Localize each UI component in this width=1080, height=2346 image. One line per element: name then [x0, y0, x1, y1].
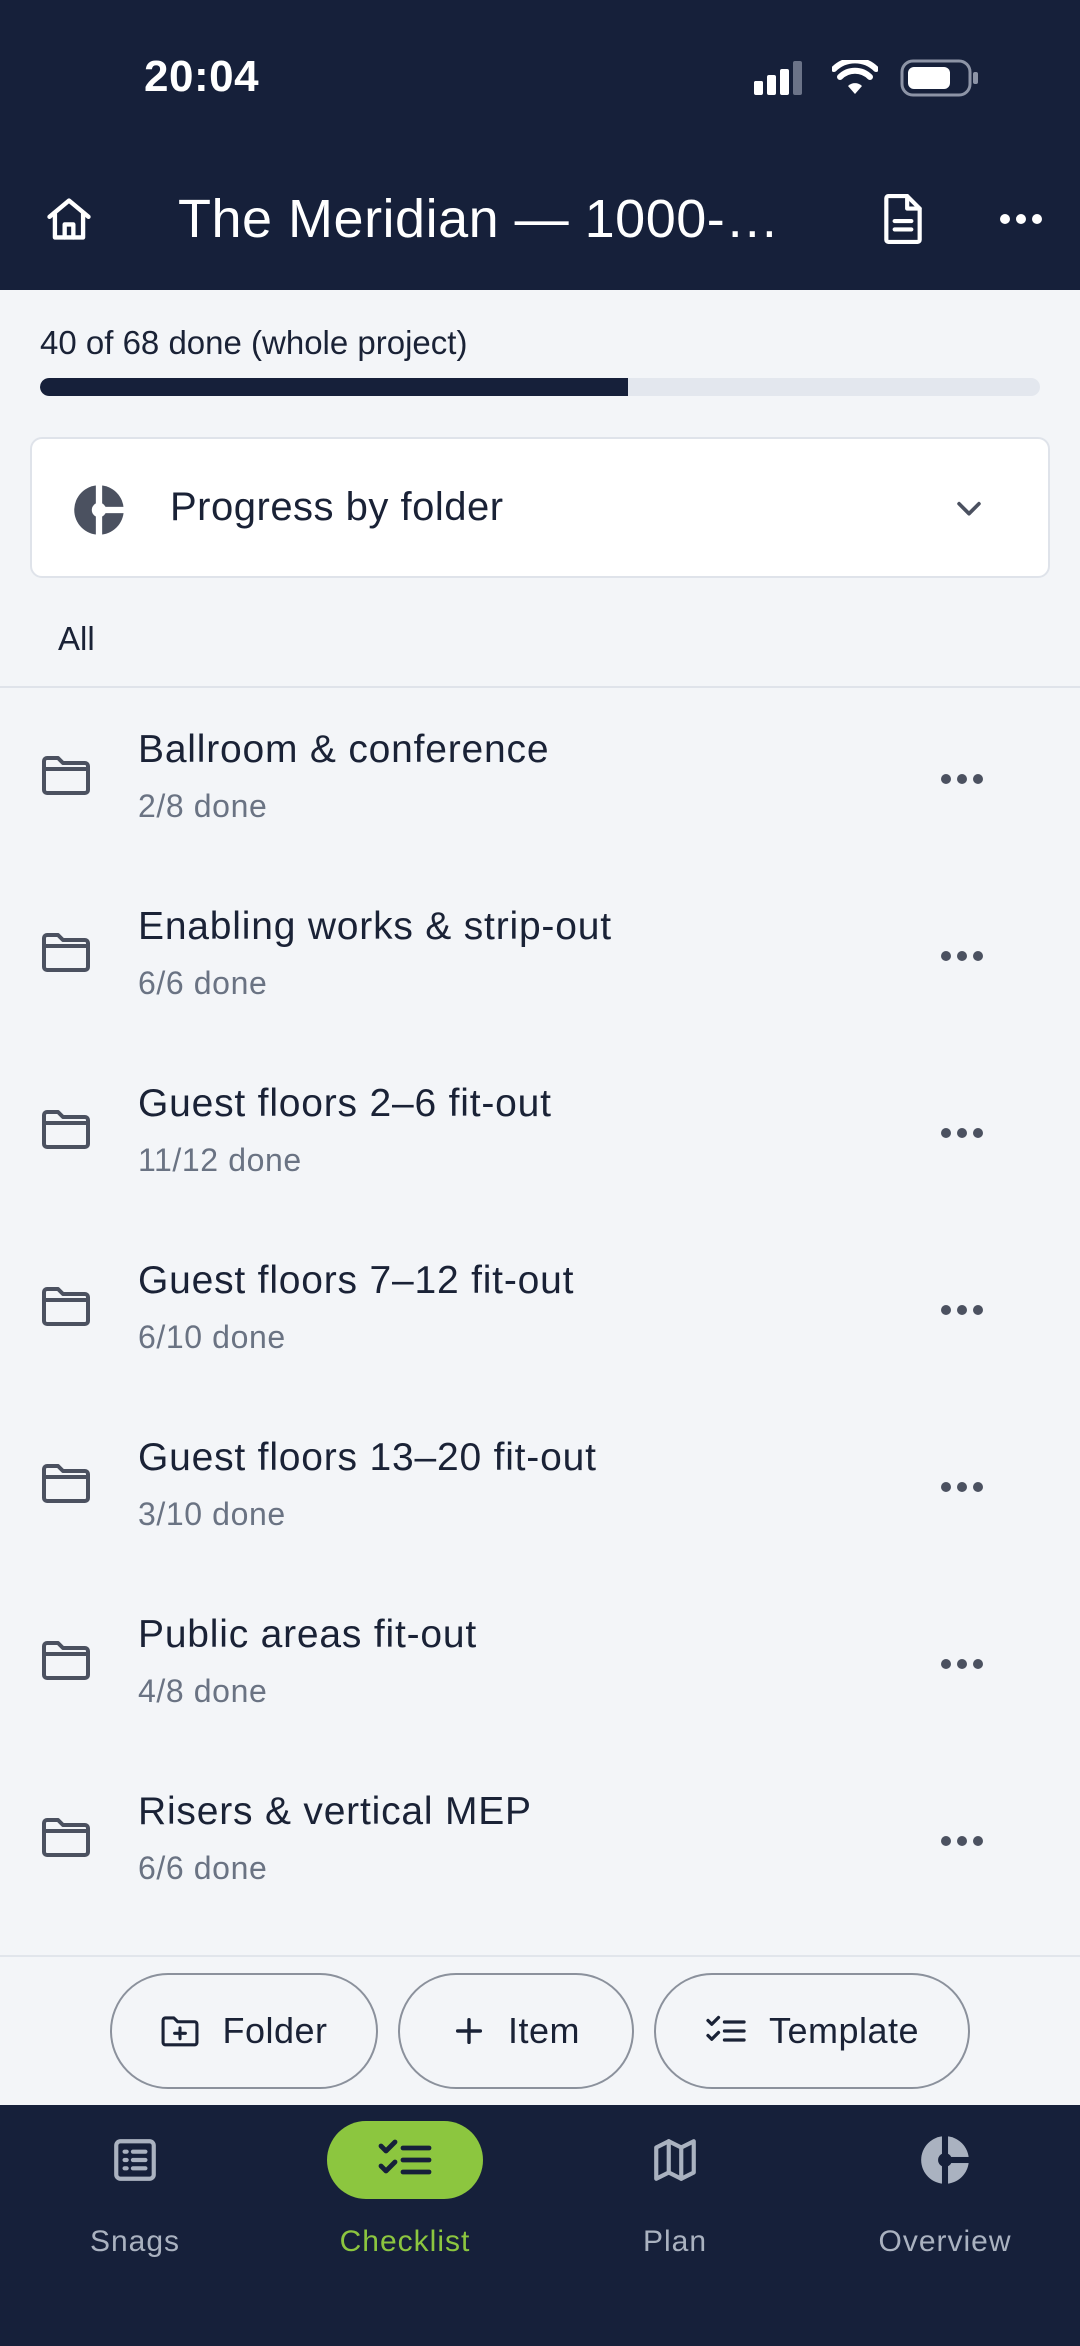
- add-template-label: Template: [768, 2010, 920, 2051]
- folder-name: Guest floors 2–6 fit-out: [138, 1082, 552, 1125]
- checklist-icon: [706, 2015, 746, 2042]
- nav-tab-checklist[interactable]: Checklist: [270, 2105, 540, 2346]
- more-horizontal-icon: [940, 950, 984, 962]
- chevron-down-icon: [952, 491, 986, 525]
- project-progress-bar: [40, 378, 1040, 396]
- folder-name: Risers & vertical MEP: [138, 1790, 532, 1833]
- folder-icon: [40, 1637, 92, 1683]
- folder-more-button[interactable]: [932, 931, 992, 981]
- folder-count: 11/12 done: [138, 1142, 302, 1178]
- folder-count: 2/8 done: [138, 788, 268, 824]
- more-horizontal-icon: [940, 1304, 984, 1316]
- page-title: The Meridian — 1000-…: [178, 189, 780, 249]
- more-options-button[interactable]: [988, 186, 1054, 252]
- folder-row[interactable]: Guest floors 2–6 fit-out 11/12 done: [0, 1044, 1080, 1221]
- folder-row[interactable]: Risers & vertical MEP 6/6 done: [0, 1752, 1080, 1929]
- nav-tab-checklist-label: Checklist: [339, 2225, 471, 2258]
- folder-name: Guest floors 13–20 fit-out: [138, 1436, 597, 1479]
- folder-icon: [40, 1283, 92, 1329]
- battery-icon: [900, 58, 980, 98]
- folder-row[interactable]: Public areas fit-out 4/8 done: [0, 1575, 1080, 1752]
- divider: [0, 1955, 1080, 1957]
- wifi-icon: [832, 60, 878, 96]
- checklist-icon: [378, 2139, 432, 2175]
- folder-more-button[interactable]: [932, 1639, 992, 1689]
- folder-row[interactable]: Guest floors 13–20 fit-out 3/10 done: [0, 1398, 1080, 1575]
- folder-icon: [40, 929, 92, 975]
- status-time: 20:04: [144, 52, 260, 101]
- folder-count: 6/6 done: [138, 965, 268, 1001]
- add-item-label: Item: [507, 2010, 580, 2051]
- map-icon: [654, 2139, 696, 2181]
- app-header: 20:04 The Meridian — 1000-…: [0, 0, 1080, 290]
- folder-name: Enabling works & strip-out: [138, 905, 612, 948]
- folder-icon: [40, 1814, 92, 1860]
- plus-icon: [455, 2017, 483, 2045]
- more-horizontal-icon: [940, 1658, 984, 1670]
- pie-chart-icon: [72, 483, 126, 537]
- pie-chart-icon: [921, 2134, 971, 2186]
- cellular-signal-icon: [754, 59, 810, 97]
- more-horizontal-icon: [940, 773, 984, 785]
- folder-name: Guest floors 7–12 fit-out: [138, 1259, 575, 1302]
- nav-tab-snags-label: Snags: [89, 2225, 181, 2258]
- nav-tab-overview[interactable]: Overview: [810, 2105, 1080, 2346]
- folder-count: 3/10 done: [138, 1496, 286, 1532]
- folder-row[interactable]: Enabling works & strip-out 6/6 done: [0, 867, 1080, 1044]
- folder-row[interactable]: Ballroom & conference 2/8 done: [0, 690, 1080, 867]
- progress-by-folder-toggle[interactable]: Progress by folder: [30, 437, 1050, 578]
- folder-plus-icon: [162, 2016, 199, 2047]
- bottom-navigation: Snags Checklist Plan Overview: [0, 2105, 1080, 2346]
- home-icon: [47, 198, 91, 240]
- folder-icon: [40, 1106, 92, 1152]
- folder-count: 4/8 done: [138, 1673, 268, 1709]
- divider: [0, 686, 1080, 688]
- folder-count: 6/6 done: [138, 1850, 268, 1886]
- nav-tab-plan-label: Plan: [642, 2225, 708, 2258]
- add-folder-button[interactable]: Folder: [110, 1973, 378, 2089]
- folder-more-button[interactable]: [932, 1108, 992, 1158]
- home-button[interactable]: [36, 186, 102, 252]
- add-item-button[interactable]: Item: [398, 1973, 634, 2089]
- folder-icon: [40, 752, 92, 798]
- status-icons: [754, 58, 980, 98]
- document-icon: [884, 193, 922, 244]
- folder-count: 6/10 done: [138, 1319, 286, 1355]
- add-template-button[interactable]: Template: [654, 1973, 970, 2089]
- breadcrumb-all[interactable]: All: [58, 620, 95, 658]
- nav-tab-snags[interactable]: Snags: [0, 2105, 270, 2346]
- report-button[interactable]: [870, 186, 936, 252]
- progress-by-folder-label: Progress by folder: [170, 485, 504, 529]
- nav-tab-overview-label: Overview: [878, 2225, 1012, 2258]
- add-folder-label: Folder: [222, 2010, 328, 2051]
- project-progress-text: 40 of 68 done (whole project): [40, 324, 468, 361]
- more-horizontal-icon: [940, 1481, 984, 1493]
- folder-more-button[interactable]: [932, 1816, 992, 1866]
- folder-row[interactable]: Guest floors 7–12 fit-out 6/10 done: [0, 1221, 1080, 1398]
- folder-more-button[interactable]: [932, 1462, 992, 1512]
- project-progress-fill: [40, 378, 629, 396]
- more-horizontal-icon: [940, 1835, 984, 1847]
- more-horizontal-icon: [940, 1127, 984, 1139]
- folder-icon: [40, 1460, 92, 1506]
- folder-more-button[interactable]: [932, 754, 992, 804]
- list-icon: [114, 2139, 156, 2181]
- folder-list: Ballroom & conference 2/8 done Enabling wo…: [0, 690, 1080, 1929]
- folder-name: Public areas fit-out: [138, 1613, 477, 1656]
- more-horizontal-icon: [1000, 214, 1042, 224]
- nav-tab-plan[interactable]: Plan: [540, 2105, 810, 2346]
- folder-more-button[interactable]: [932, 1285, 992, 1335]
- folder-name: Ballroom & conference: [138, 728, 550, 771]
